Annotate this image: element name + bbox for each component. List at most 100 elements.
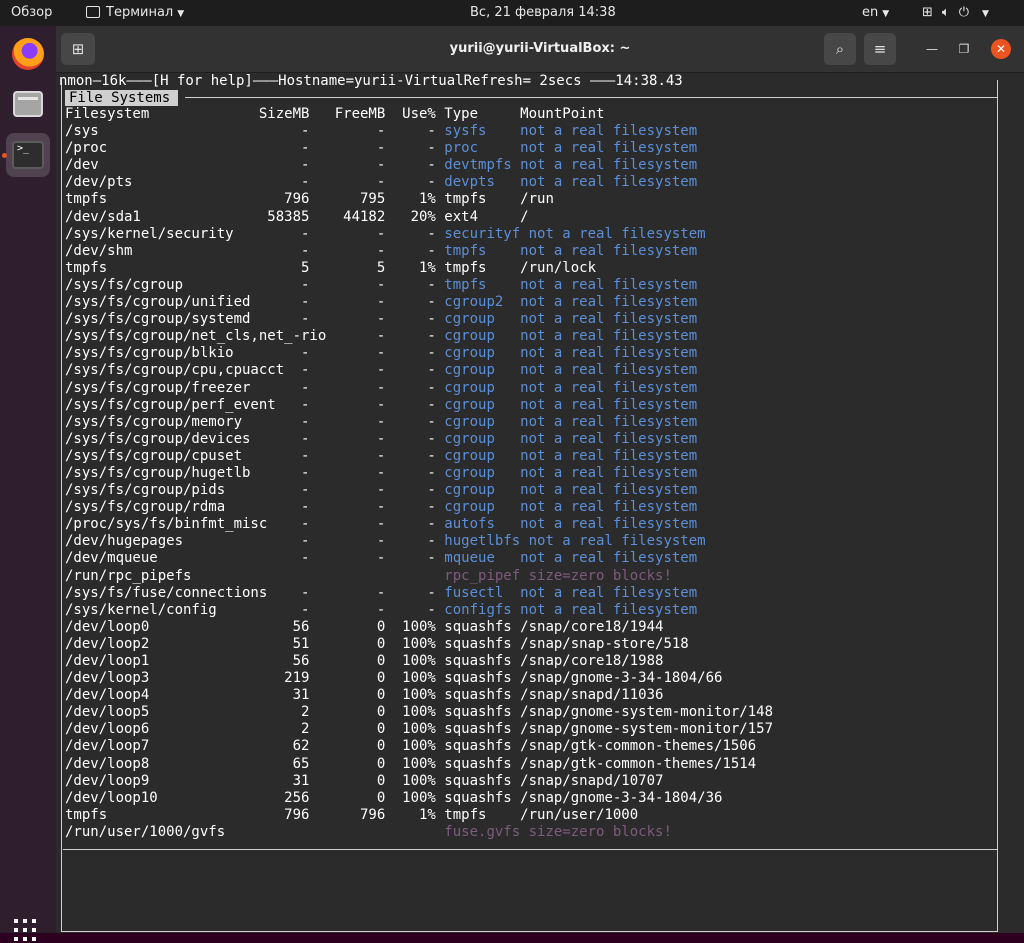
fs-values: /dev/loop1 56 0 100% xyxy=(65,653,445,669)
clock[interactable]: Вс, 21 февраля 14:38 xyxy=(470,0,616,26)
fs-values: /proc/sys/fs/binfmt_misc - - - xyxy=(65,516,445,533)
table-row: /sys/fs/cgroup/memory - - - cgroup not a… xyxy=(65,414,773,431)
fs-type-mount: configfs not a real filesystem xyxy=(444,601,698,618)
maximize-button[interactable]: ❐ xyxy=(954,39,974,59)
fs-values: /sys/fs/cgroup/freezer - - - xyxy=(65,379,445,396)
language-menu[interactable]: en ▼ xyxy=(862,0,889,26)
table-row: /sys/fs/cgroup/net_cls,net_-rio - - cgro… xyxy=(65,328,773,345)
chevron-down-icon: ▼ xyxy=(982,9,989,19)
app-grid-icon[interactable] xyxy=(14,919,38,943)
table-row: /sys/fs/cgroup/rdma - - - cgroup not a r… xyxy=(65,499,773,516)
fs-values: /run/user/1000/gvfs xyxy=(65,823,445,840)
minimize-button[interactable]: — xyxy=(922,39,942,59)
table-row: /sys/fs/cgroup/blkio - - - cgroup not a … xyxy=(65,345,773,362)
fs-type-mount: squashfs /snap/gnome-system-monitor/157 xyxy=(444,721,774,738)
fs-values: /sys/fs/cgroup/perf_event - - - xyxy=(65,396,445,413)
fs-type-mount: devtmpfs not a real filesystem xyxy=(444,157,698,174)
app-menu[interactable]: Терминал ▼ xyxy=(86,0,184,26)
firefox-icon xyxy=(12,38,44,70)
fs-values: /sys - - - xyxy=(65,123,445,140)
fs-type-mount: tmpfs not a real filesystem xyxy=(444,276,698,293)
fs-type-mount: fuse.gvfs size=zero blocks! xyxy=(444,823,672,840)
table-row: /dev/pts - - - devpts not a real filesys… xyxy=(65,174,773,191)
terminal-window: yurii@yurii-VirtualBox: ~ ⊞ ⌕ ≡ — ❐ ✕ nm… xyxy=(56,26,1024,933)
fs-type-mount: cgroup2 not a real filesystem xyxy=(444,294,698,311)
fs-values: /dev/loop3 219 0 100% xyxy=(65,670,445,687)
table-row: /dev/loop2 51 0 100% squashfs /snap/snap… xyxy=(65,636,773,653)
fs-type-mount: devpts not a real filesystem xyxy=(444,174,698,191)
fs-values: /sys/fs/cgroup/net_cls,net_-rio - - xyxy=(65,328,445,345)
table-row: /dev/loop4 31 0 100% squashfs /snap/snap… xyxy=(65,687,773,704)
close-button[interactable]: ✕ xyxy=(991,39,1011,59)
fs-type-mount: cgroup not a real filesystem xyxy=(444,482,698,499)
new-tab-button[interactable]: ⊞ xyxy=(61,33,95,65)
search-button[interactable]: ⌕ xyxy=(824,33,856,65)
fs-type-mount: cgroup not a real filesystem xyxy=(444,311,698,328)
fs-values: /sys/kernel/config - - - xyxy=(65,601,445,618)
fs-type-mount: sysfs not a real filesystem xyxy=(444,123,698,140)
volume-icon: 🔈︎ xyxy=(941,5,950,20)
nmon-header: nmon—16k———[H for help]———Hostname=yurii… xyxy=(59,73,683,89)
bottom-divider xyxy=(63,849,997,850)
table-row: /dev/loop8 65 0 100% squashfs /snap/gtk-… xyxy=(65,756,773,773)
chevron-down-icon: ▼ xyxy=(882,9,890,19)
language-label: en xyxy=(862,5,879,20)
fs-values: /sys/fs/cgroup/memory - - - xyxy=(65,413,445,430)
fs-values: /sys/fs/cgroup/pids - - - xyxy=(65,482,445,499)
top-bar: Обзор Терминал ▼ Вс, 21 февраля 14:38 en ▼… xyxy=(0,0,1024,26)
table-row: /dev - - - devtmpfs not a real filesyste… xyxy=(65,157,773,174)
fs-values: /sys/fs/cgroup/hugetlb - - - xyxy=(65,464,445,481)
dock-terminal[interactable]: >_ xyxy=(6,133,50,177)
table-row: /sys/fs/cgroup/systemd - - - cgroup not … xyxy=(65,311,773,328)
fs-values: /dev/loop9 31 0 100% xyxy=(65,772,445,789)
fs-type-mount: squashfs /snap/gnome-3-34-1804/66 xyxy=(444,670,723,687)
dock-files[interactable] xyxy=(6,82,50,126)
table-row: /sys/fs/cgroup/hugetlb - - - cgroup not … xyxy=(65,465,773,482)
section-divider xyxy=(185,97,997,98)
fs-values: /dev/loop4 31 0 100% xyxy=(65,687,445,704)
fs-values: /dev/loop10 256 0 100% xyxy=(65,789,445,806)
fs-type-mount: squashfs /snap/gnome-system-monitor/148 xyxy=(444,704,774,721)
app-menu-label: Терминал xyxy=(106,5,174,20)
activities-button[interactable]: Обзор xyxy=(11,0,52,26)
fs-values: /sys/fs/fuse/connections - - - xyxy=(65,584,445,601)
fs-values: /dev/shm - - - xyxy=(65,242,445,259)
fs-type-mount: tmpfs /run/lock xyxy=(444,259,597,276)
table-row: /dev/loop10 256 0 100% squashfs /snap/gn… xyxy=(65,790,773,807)
fs-type-mount: securityf not a real filesystem xyxy=(444,225,706,242)
table-row: /dev/loop1 56 0 100% squashfs /snap/core… xyxy=(65,653,773,670)
table-row: tmpfs 796 795 1% tmpfs /run xyxy=(65,191,773,208)
fs-type-mount: squashfs /snap/core18/1944 xyxy=(444,618,664,635)
network-icon: ⊞ xyxy=(922,5,933,20)
fs-type-mount: mqueue not a real filesystem xyxy=(444,550,698,567)
table-row: /run/rpc_pipefs rpc_pipef size=zero bloc… xyxy=(65,568,773,585)
fs-type-mount: cgroup not a real filesystem xyxy=(444,413,698,430)
fs-type-mount: cgroup not a real filesystem xyxy=(444,345,698,362)
table-row: tmpfs 796 796 1% tmpfs /run/user/1000 xyxy=(65,807,773,824)
menu-button[interactable]: ≡ xyxy=(864,33,896,65)
fs-type-mount: squashfs /snap/gnome-3-34-1804/36 xyxy=(444,789,723,806)
dock-firefox[interactable] xyxy=(6,32,50,76)
minimize-icon: — xyxy=(926,42,938,56)
table-header: Filesystem SizeMB FreeMB Use% Type Mount… xyxy=(65,106,605,122)
system-menu[interactable]: ⊞ 🔈︎ ⏻ ▼ xyxy=(922,0,998,26)
hamburger-menu-icon: ≡ xyxy=(873,40,887,58)
terminal-area[interactable]: nmon—16k———[H for help]———Hostname=yurii… xyxy=(56,73,1024,933)
fs-values: /sys/fs/cgroup/blkio - - - xyxy=(65,345,445,362)
fs-values: /dev/loop8 65 0 100% xyxy=(65,755,445,772)
fs-values: /sys/fs/cgroup/systemd - - - xyxy=(65,311,445,328)
close-icon: ✕ xyxy=(995,42,1007,56)
fs-type-mount: rpc_pipef size=zero blocks! xyxy=(444,567,672,584)
fs-values: /dev/hugepages - - - xyxy=(65,533,445,550)
table-row: /sys/kernel/config - - - configfs not a … xyxy=(65,602,773,619)
running-indicator xyxy=(2,153,7,158)
filesystem-table: Filesystem SizeMB FreeMB Use% Type Mount… xyxy=(65,106,773,841)
power-icon: ⏻ xyxy=(958,5,970,20)
fs-values: /sys/fs/cgroup/cpu,cpuacct - - - xyxy=(65,362,445,379)
table-row: /proc - - - proc not a real filesystem xyxy=(65,140,773,157)
table-row: /dev/hugepages - - - hugetlbfs not a rea… xyxy=(65,533,773,550)
table-row: /sys/fs/cgroup/cpuset - - - cgroup not a… xyxy=(65,448,773,465)
fs-values: /dev/loop0 56 0 100% xyxy=(65,618,445,635)
table-row: /sys/fs/cgroup/pids - - - cgroup not a r… xyxy=(65,482,773,499)
terminal-content: nmon—16k———[H for help]———Hostname=yurii… xyxy=(56,73,1024,933)
